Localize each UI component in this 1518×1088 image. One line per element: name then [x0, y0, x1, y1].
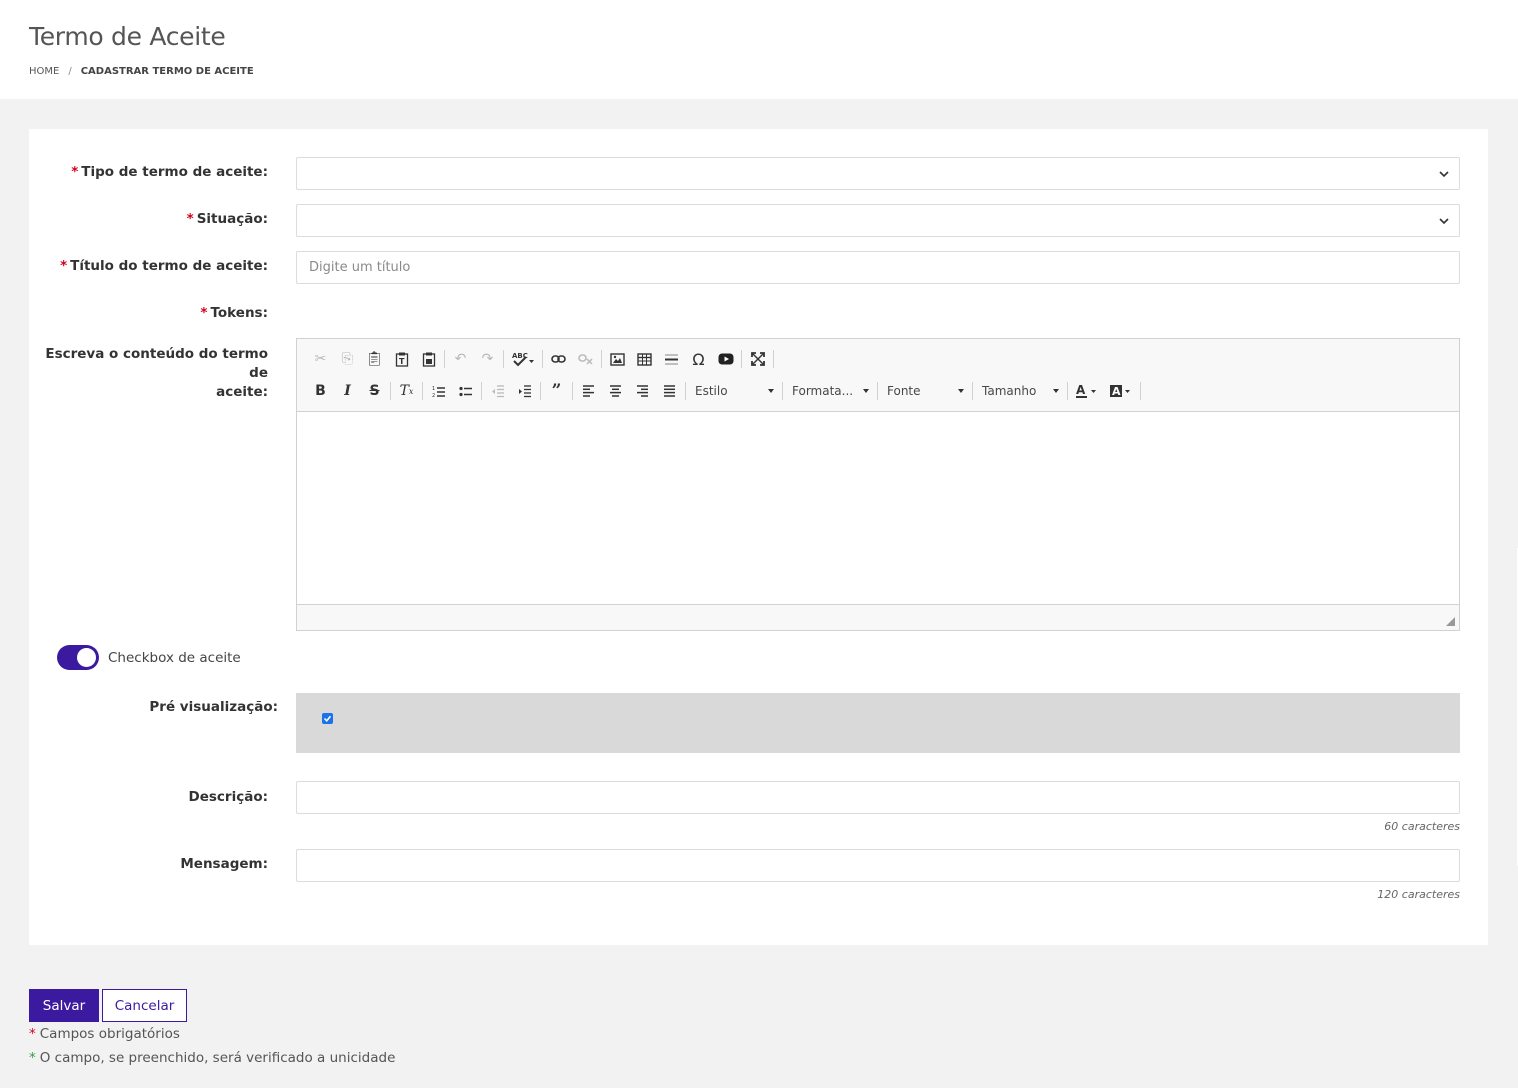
- form-card: * Tipo de termo de aceite: * Situação: * Tí…: [29, 129, 1488, 945]
- titulo-placeholder: Digite um título: [309, 260, 411, 275]
- italic-icon[interactable]: I: [334, 379, 361, 403]
- paste-word-icon[interactable]: [415, 347, 442, 371]
- align-left-icon[interactable]: [575, 379, 602, 403]
- special-char-icon[interactable]: Ω: [685, 347, 712, 371]
- dropdown-arrow-icon: [958, 389, 964, 393]
- tipo-select[interactable]: [296, 157, 1460, 190]
- editor-content-area[interactable]: [297, 412, 1459, 605]
- bold-icon[interactable]: B: [307, 379, 334, 403]
- format-combo[interactable]: Formata...: [785, 379, 875, 403]
- rich-text-editor: ✂ ⎘ 📋︎ T ↶ ↷ ABC Ω B I S T x 1 2 ” Estil…: [296, 338, 1460, 631]
- undo-icon[interactable]: ↶: [447, 347, 474, 371]
- breadcrumb: HOME / CADASTRAR TERMO DE ACEITE: [29, 66, 254, 77]
- mensagem-input[interactable]: [296, 849, 1460, 882]
- copy-icon[interactable]: ⎘: [334, 347, 361, 371]
- size-combo[interactable]: Tamanho: [975, 379, 1065, 403]
- editor-toolbar: ✂ ⎘ 📋︎ T ↶ ↷ ABC Ω B I S T x 1 2 ” Estil…: [297, 339, 1459, 412]
- page-title: Termo de Aceite: [29, 22, 226, 51]
- toggle-knob: [77, 648, 96, 667]
- page-header: Termo de Aceite HOME / CADASTRAR TERMO D…: [0, 0, 1518, 99]
- required-note: * Campos obrigatórios: [29, 1026, 180, 1042]
- redo-icon[interactable]: ↷: [474, 347, 501, 371]
- breadcrumb-home[interactable]: HOME: [29, 66, 59, 77]
- remove-format-icon[interactable]: Tx: [393, 379, 420, 403]
- editor-status-bar: [297, 604, 1459, 630]
- font-combo[interactable]: Fonte: [880, 379, 970, 403]
- resize-handle-icon[interactable]: [1446, 617, 1455, 626]
- svg-text:A: A: [1076, 383, 1086, 397]
- situacao-select[interactable]: [296, 204, 1460, 237]
- cut-icon[interactable]: ✂: [307, 347, 334, 371]
- align-justify-icon[interactable]: [656, 379, 683, 403]
- chevron-down-icon: [1439, 171, 1449, 178]
- situacao-label: * Situação:: [186, 211, 268, 227]
- preview-checkbox[interactable]: [322, 713, 333, 724]
- paste-icon[interactable]: 📋︎: [361, 347, 388, 371]
- descricao-input[interactable]: [296, 781, 1460, 814]
- tokens-label: * Tokens:: [200, 305, 268, 321]
- titulo-label: * Título do termo de aceite:: [60, 258, 268, 274]
- bg-color-icon[interactable]: A: [1104, 379, 1138, 403]
- text-color-icon[interactable]: A: [1070, 379, 1104, 403]
- unique-note: * O campo, se preenchido, será verificado…: [29, 1050, 396, 1066]
- titulo-input[interactable]: Digite um título: [296, 251, 1460, 284]
- cancel-button[interactable]: Cancelar: [102, 989, 187, 1022]
- indent-icon[interactable]: [511, 379, 538, 403]
- breadcrumb-current: CADASTRAR TERMO DE ACEITE: [80, 66, 254, 77]
- blockquote-icon[interactable]: ”: [543, 379, 570, 403]
- youtube-icon[interactable]: [712, 347, 739, 371]
- image-icon[interactable]: [604, 347, 631, 371]
- paste-text-icon[interactable]: T: [388, 347, 415, 371]
- checkmark-icon: [323, 715, 332, 723]
- save-button[interactable]: Salvar: [29, 989, 99, 1022]
- preview-box: [296, 693, 1460, 753]
- align-right-icon[interactable]: [629, 379, 656, 403]
- chevron-down-icon: [1439, 218, 1449, 225]
- unlink-icon[interactable]: [572, 347, 599, 371]
- checkbox-aceite-label: Checkbox de aceite: [108, 650, 241, 666]
- bulleted-list-icon[interactable]: [452, 379, 479, 403]
- horizontal-line-icon[interactable]: [658, 347, 685, 371]
- svg-text:1: 1: [432, 386, 435, 392]
- checkbox-aceite-toggle[interactable]: [57, 645, 99, 670]
- descricao-counter: 60 caracteres: [1384, 820, 1460, 833]
- mensagem-counter: 120 caracteres: [1377, 888, 1460, 901]
- tipo-label: * Tipo de termo de aceite:: [71, 164, 268, 180]
- strike-icon[interactable]: S: [361, 379, 388, 403]
- pre-visualizacao-label: Pré visualização:: [149, 699, 278, 715]
- svg-text:2: 2: [432, 393, 435, 398]
- dropdown-arrow-icon: [768, 389, 774, 393]
- mensagem-label: Mensagem:: [180, 856, 268, 872]
- dropdown-arrow-icon: [1053, 389, 1059, 393]
- descricao-label: Descrição:: [188, 789, 268, 805]
- breadcrumb-separator: /: [68, 66, 72, 77]
- link-icon[interactable]: [545, 347, 572, 371]
- svg-text:A: A: [1112, 385, 1121, 398]
- style-combo[interactable]: Estilo: [688, 379, 780, 403]
- maximize-icon[interactable]: [744, 347, 771, 371]
- dropdown-arrow-icon: [863, 389, 869, 393]
- spellcheck-icon[interactable]: ABC: [506, 347, 540, 371]
- outdent-icon[interactable]: [484, 379, 511, 403]
- conteudo-label: Escreva o conteúdo do termo de aceite:: [45, 346, 268, 400]
- table-icon[interactable]: [631, 347, 658, 371]
- numbered-list-icon[interactable]: 12: [425, 379, 452, 403]
- svg-text:T: T: [399, 357, 405, 366]
- align-center-icon[interactable]: [602, 379, 629, 403]
